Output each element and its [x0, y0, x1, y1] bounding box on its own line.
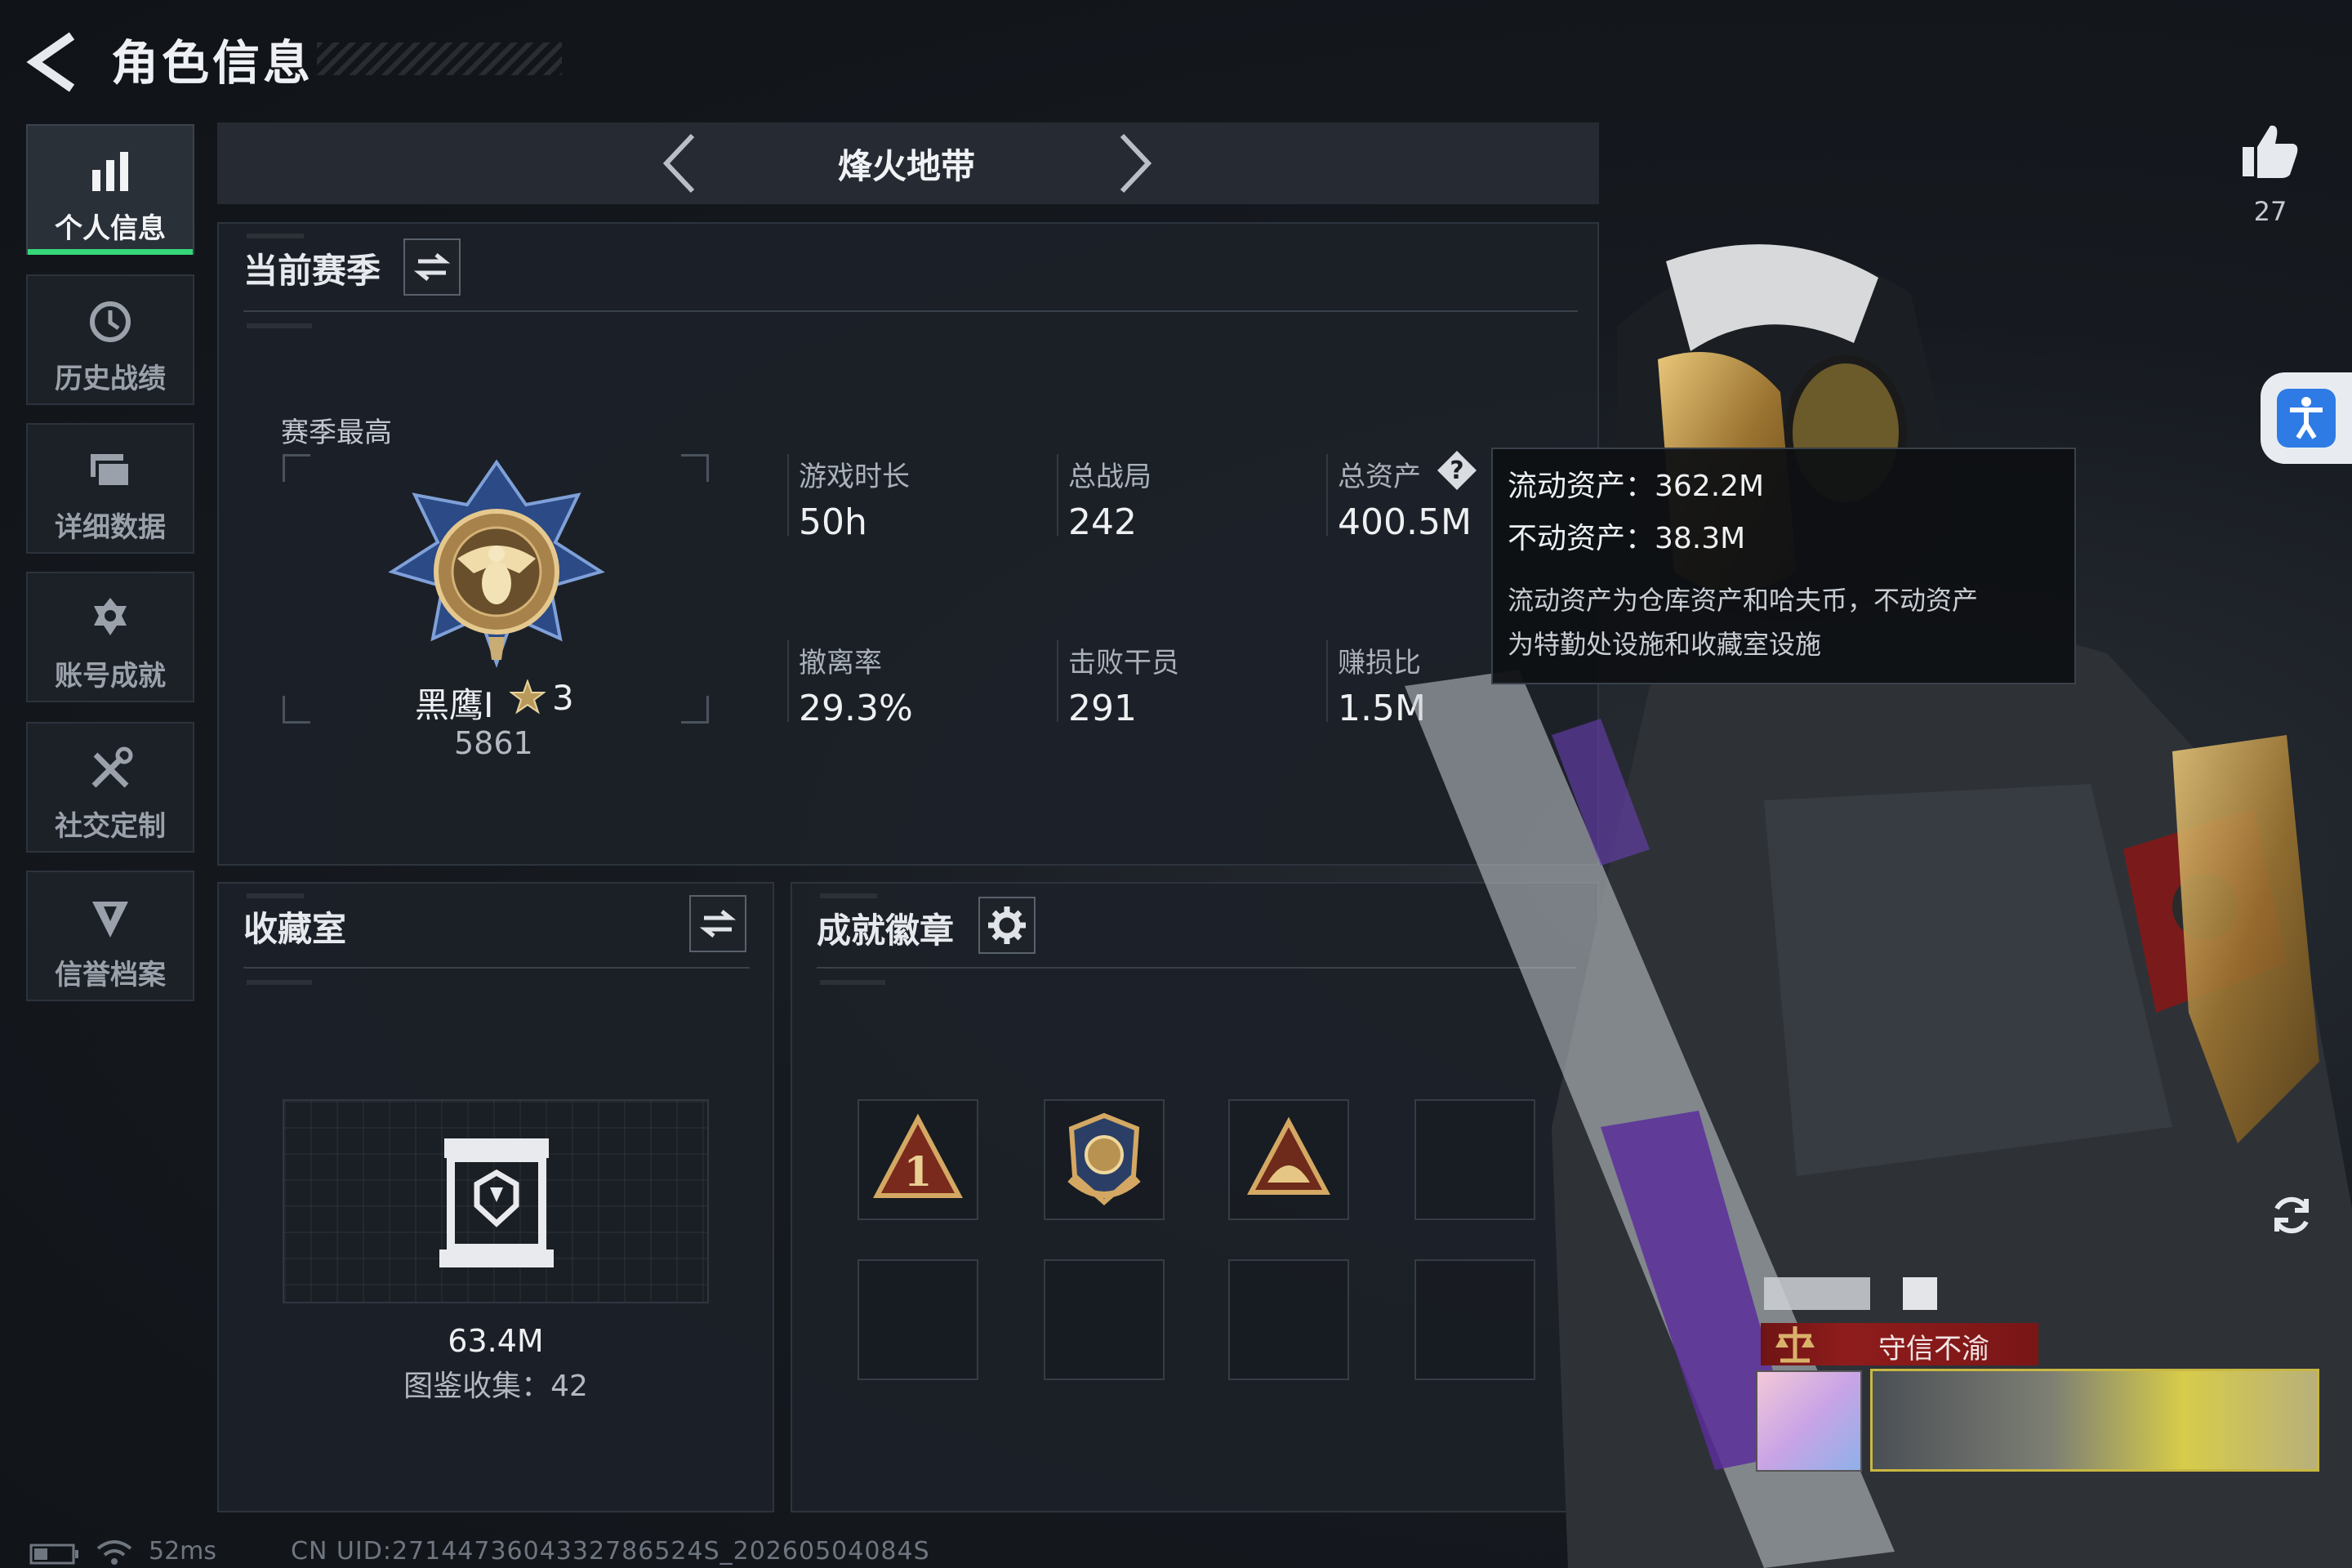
gear-icon [988, 906, 1026, 944]
player-name-mosaic [1764, 1277, 1870, 1310]
frame-corner [681, 454, 709, 482]
collection-switch-button[interactable] [689, 895, 746, 952]
rotate-view-icon[interactable] [2261, 1184, 2323, 1246]
tools-wrench-icon [91, 746, 133, 788]
sidebar-item-label: 社交定制 [55, 810, 166, 843]
frame-corner [681, 696, 709, 724]
badge-slot[interactable] [1044, 1099, 1165, 1220]
sidebar-item-label: 历史战绩 [55, 363, 166, 395]
sidebar-item-label: 详细数据 [55, 511, 166, 544]
badge-slot[interactable]: 1 [858, 1099, 978, 1220]
swap-arrows-icon [413, 253, 451, 281]
sidebar-item-label: 信誉档案 [55, 959, 166, 991]
season-best-label: 赛季最高 [281, 416, 392, 449]
divider [787, 640, 789, 722]
chevron-right-icon[interactable] [1107, 129, 1161, 198]
honor-title-text: 守信不渝 [1878, 1333, 1989, 1365]
tooltip-note-line-1: 流动资产为仓库资产和哈夫币，不动资产 [1508, 585, 1979, 616]
badge-slot[interactable] [858, 1259, 978, 1380]
sidebar-item-credit-record[interactable]: 信誉档案 [26, 871, 194, 1001]
bar-chart-icon [92, 152, 128, 191]
decor-text [820, 980, 885, 985]
play-time-label: 游戏时长 [799, 461, 910, 493]
network-latency: 52ms [149, 1537, 217, 1566]
rank-one-badge-icon: 1 [873, 1113, 963, 1198]
avatar[interactable] [1756, 1370, 1862, 1472]
assets-tooltip: 流动资产：362.2M 不动资产：38.3M 流动资产为仓库资产和哈夫币，不动资… [1491, 448, 2076, 684]
decor-text [247, 323, 312, 328]
title-decoration [317, 42, 562, 75]
sidebar-item-label: 个人信息 [55, 212, 166, 245]
rank-star-icon [510, 679, 546, 715]
thumbs-up-icon[interactable] [2238, 119, 2303, 185]
divider [1057, 640, 1058, 722]
divider [787, 454, 789, 536]
season-title: 当前赛季 [243, 251, 381, 291]
sidebar-item-social-custom[interactable]: 社交定制 [26, 722, 194, 853]
badges-settings-button[interactable] [978, 897, 1036, 954]
page-title: 角色信息 [111, 35, 314, 91]
user-uid: CN UID:2714473604332786524S_20260504084S [291, 1537, 930, 1566]
player-name-mosaic [1903, 1277, 1937, 1310]
profile-banner[interactable] [1870, 1369, 2319, 1472]
operator-character-image [1405, 244, 2352, 1568]
extract-rate-label: 撤离率 [799, 647, 882, 679]
divider [243, 967, 750, 969]
decor-text [247, 234, 304, 238]
sidebar-item-personal-info[interactable]: 个人信息 [26, 124, 194, 255]
justice-scale-icon [1775, 1326, 1815, 1363]
total-matches-value: 242 [1068, 501, 1137, 543]
collection-count: 图鉴收集：42 [403, 1370, 588, 1403]
badge-slot[interactable] [1044, 1259, 1165, 1380]
tooltip-fixed-assets: 不动资产：38.3M [1508, 522, 1746, 555]
chevron-left-icon[interactable] [653, 129, 707, 198]
achievement-star-icon [94, 598, 127, 635]
wifi-icon [96, 1540, 132, 1565]
accessibility-icon [2277, 389, 2336, 448]
like-count: 27 [2253, 196, 2287, 227]
svg-text:1: 1 [904, 1147, 933, 1196]
sidebar-item-achievements[interactable]: 账号成就 [26, 572, 194, 702]
frame-corner [283, 696, 310, 724]
kills-label: 击败干员 [1068, 647, 1179, 679]
collection-title: 收藏室 [243, 909, 347, 949]
decor-text [247, 980, 312, 985]
divider [1057, 454, 1058, 536]
rank-name: 黑鹰I [415, 685, 494, 725]
battery-icon [29, 1544, 78, 1565]
accessibility-button[interactable] [2261, 372, 2352, 464]
display-case-icon [439, 1138, 554, 1267]
tooltip-liquid-assets: 流动资产：362.2M [1508, 470, 1765, 503]
total-matches-label: 总战局 [1068, 461, 1152, 493]
sidebar-item-history[interactable]: 历史战绩 [26, 274, 194, 405]
badges-title: 成就徽章 [817, 911, 955, 951]
swap-arrows-icon [699, 910, 737, 938]
frame-corner [283, 454, 310, 482]
decor-text [247, 893, 304, 898]
extract-rate-value: 29.3% [799, 688, 913, 729]
back-arrow-icon[interactable] [23, 29, 88, 95]
sidebar-item-label: 账号成就 [55, 660, 166, 693]
black-hawk-rank-emblem-icon [388, 459, 605, 668]
shield-emblem-icon [92, 902, 128, 938]
rank-score: 5861 [454, 725, 533, 761]
shield-wings-badge-icon [1067, 1112, 1141, 1206]
tooltip-note-line-2: 为特勤处设施和收藏室设施 [1508, 629, 1822, 660]
mode-name: 烽火地带 [837, 146, 975, 186]
season-switch-button[interactable] [403, 238, 461, 296]
sidebar-item-detail-data[interactable]: 详细数据 [26, 423, 194, 554]
folder-stack-icon [91, 454, 131, 488]
collection-value: 63.4M [448, 1323, 544, 1359]
rank-stars: 3 [552, 678, 574, 718]
history-clock-icon [90, 301, 131, 342]
kills-value: 291 [1068, 688, 1137, 729]
decor-text [820, 893, 877, 898]
play-time-value: 50h [799, 501, 867, 543]
